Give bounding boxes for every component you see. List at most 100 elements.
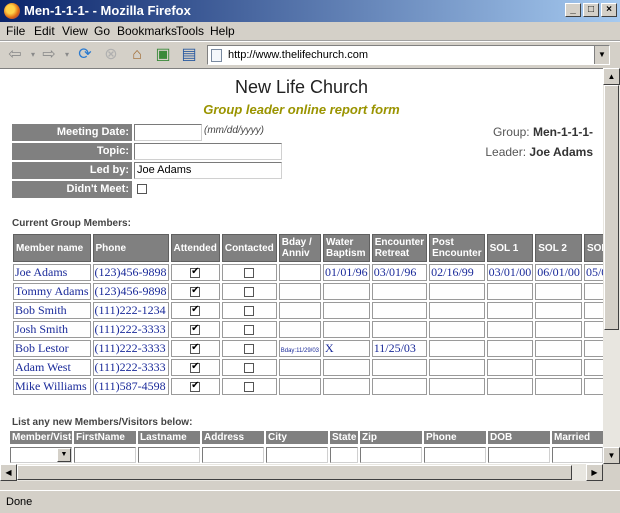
contacted-cell[interactable] <box>221 340 277 357</box>
scroll-up-icon[interactable]: ▲ <box>603 68 620 85</box>
menu-tools[interactable]: Tools <box>176 24 204 38</box>
contacted-cell[interactable] <box>221 302 277 319</box>
menu-file[interactable]: File <box>6 24 25 38</box>
attended-checkbox[interactable] <box>190 304 201 317</box>
member-name-cell-text: Mike Williams <box>15 379 87 393</box>
contacted-cell[interactable] <box>221 359 277 376</box>
group-value: Men-1-1-1- <box>532 125 593 139</box>
scroll-right-icon[interactable]: ▶ <box>586 464 603 481</box>
post-encounter-cell <box>429 340 485 357</box>
attended-checkbox[interactable] <box>190 266 201 279</box>
horizontal-scrollbar[interactable]: ◀ ▶ <box>0 464 603 481</box>
menu-help[interactable]: Help <box>210 24 235 38</box>
horizontal-scroll-thumb[interactable] <box>17 465 572 480</box>
forward-icon[interactable]: ⇨ <box>40 46 58 64</box>
sol1-cell <box>486 378 534 395</box>
stop-icon[interactable]: ⊗ <box>102 46 120 64</box>
attended-cell[interactable] <box>170 321 220 338</box>
menu-view[interactable]: View <box>62 24 88 38</box>
members-table: Member name Phone Attended Contacted Bda… <box>11 232 603 397</box>
minimize-button[interactable]: _ <box>565 3 581 17</box>
home-icon[interactable]: ⌂ <box>128 46 146 64</box>
contacted-cell[interactable] <box>221 378 277 395</box>
address-dropdown-icon[interactable]: ▼ <box>594 46 609 64</box>
dob-input[interactable] <box>488 447 550 463</box>
attended-cell[interactable] <box>170 302 220 319</box>
attended-cell[interactable] <box>170 340 220 357</box>
bookmark-add-icon[interactable]: ▣ <box>154 46 172 64</box>
encounter-retreat-cell-text: 03/01/96 <box>373 265 417 279</box>
sol3-cell <box>583 340 603 357</box>
led-by-input[interactable]: Joe Adams <box>134 162 282 179</box>
sol3-cell <box>583 378 603 395</box>
status-bar: Done <box>0 490 620 513</box>
water-baptism-cell <box>323 321 370 338</box>
water-baptism-cell <box>323 283 370 300</box>
contacted-cell[interactable] <box>221 283 277 300</box>
member-vist-select[interactable]: ▼ <box>10 447 72 463</box>
chevron-down-icon[interactable]: ▼ <box>57 448 71 462</box>
contacted-cell[interactable] <box>221 264 277 281</box>
bday-cell <box>278 321 322 338</box>
address-input[interactable] <box>202 447 264 463</box>
menu-bookmarks[interactable]: Bookmarks <box>117 24 177 38</box>
didnt-meet-checkbox[interactable] <box>137 184 147 194</box>
scroll-left-icon[interactable]: ◀ <box>0 464 17 481</box>
new-col-member-vist: Member/Vist <box>10 431 72 444</box>
close-button[interactable]: × <box>601 3 617 17</box>
encounter-retreat-cell: 11/25/03 <box>371 340 428 357</box>
state-input[interactable] <box>330 447 358 463</box>
table-row: Adam West (111)222-3333 <box>13 359 603 376</box>
attended-checkbox[interactable] <box>190 361 201 374</box>
member-name-cell: Josh Smith <box>13 321 91 338</box>
contacted-checkbox[interactable] <box>244 382 255 393</box>
attended-cell[interactable] <box>170 378 220 395</box>
city-input[interactable] <box>266 447 328 463</box>
firstname-input[interactable] <box>74 447 136 463</box>
address-bar[interactable]: http://www.thelifechurch.com ▼ <box>207 45 610 65</box>
forward-dropdown-icon[interactable]: ▾ <box>58 46 76 64</box>
contacted-checkbox[interactable] <box>244 306 255 317</box>
reload-icon[interactable]: ⟳ <box>76 46 94 64</box>
attended-cell[interactable] <box>170 264 220 281</box>
contacted-checkbox[interactable] <box>244 363 255 374</box>
menu-edit[interactable]: Edit <box>34 24 55 38</box>
address-url[interactable]: http://www.thelifechurch.com <box>228 49 368 61</box>
contacted-checkbox[interactable] <box>244 325 255 336</box>
menu-go[interactable]: Go <box>94 24 110 38</box>
attended-checkbox[interactable] <box>190 380 201 393</box>
attended-checkbox[interactable] <box>190 285 201 298</box>
scroll-corner <box>603 464 620 481</box>
post-encounter-cell-text: 02/16/99 <box>431 265 474 279</box>
maximize-button[interactable]: □ <box>583 3 599 17</box>
scroll-down-icon[interactable]: ▼ <box>603 447 620 464</box>
member-phone-cell-text: (111)222-1234 <box>94 303 166 317</box>
lastname-input[interactable] <box>138 447 200 463</box>
married-input[interactable] <box>552 447 603 463</box>
sol2-cell-text: 06/01/00 <box>537 265 580 279</box>
vertical-scrollbar[interactable]: ▲ ▼ <box>603 68 620 464</box>
attended-cell[interactable] <box>170 359 220 376</box>
contacted-checkbox[interactable] <box>244 287 255 298</box>
contacted-cell[interactable] <box>221 321 277 338</box>
sol2-cell <box>535 283 582 300</box>
contacted-checkbox[interactable] <box>244 344 255 355</box>
didnt-meet-label: Didn't Meet: <box>12 181 132 198</box>
zip-input[interactable] <box>360 447 422 463</box>
phone-input[interactable] <box>424 447 486 463</box>
attended-cell[interactable] <box>170 283 220 300</box>
water-baptism-cell <box>323 302 370 319</box>
new-col-zip: Zip <box>360 431 422 444</box>
back-icon[interactable]: ⇦ <box>6 46 24 64</box>
leader-info: Leader: Joe Adams <box>485 145 593 159</box>
vertical-scroll-thumb[interactable] <box>604 85 619 330</box>
window-title-bar[interactable]: Men-1-1-1- - Mozilla Firefox _ □ × <box>0 0 620 22</box>
contacted-checkbox[interactable] <box>244 268 255 279</box>
meeting-date-input[interactable] <box>134 124 202 141</box>
attended-checkbox[interactable] <box>190 323 201 336</box>
new-window-icon[interactable]: ▤ <box>180 46 198 64</box>
sol2-cell: 06/01/00 <box>535 264 582 281</box>
topic-input[interactable] <box>134 143 282 160</box>
member-phone-cell: (111)587-4598 <box>92 378 169 395</box>
attended-checkbox[interactable] <box>190 342 201 355</box>
